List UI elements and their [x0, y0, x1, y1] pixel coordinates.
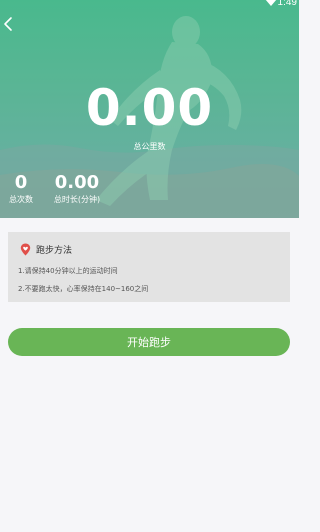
back-button[interactable]: [2, 16, 14, 32]
total-duration-label: 总时长(分钟): [53, 195, 101, 204]
total-count-label: 总次数: [9, 195, 33, 204]
card-header: 跑步方法: [20, 242, 72, 256]
total-duration-value: 0.00: [54, 172, 100, 193]
running-method-card: 跑步方法 1.请保持40分钟以上的运动时间 2.不要跑太快，心率保持在140~1…: [8, 232, 290, 302]
tip-line: 1.请保持40分钟以上的运动时间: [18, 267, 118, 275]
total-km-label: 总公里数: [133, 142, 166, 151]
hero-banner: 1:49 0.00 总公里数 0 总次数 0.00 总时长(分钟): [0, 0, 299, 218]
total-duration-stat: 0.00 总时长(分钟): [50, 172, 104, 206]
status-time: 1:49: [277, 0, 297, 8]
map-pin-icon: [20, 243, 31, 255]
chevron-left-icon: [4, 17, 12, 31]
total-km-value: 0.00: [85, 79, 214, 137]
status-bar: 1:49: [0, 0, 299, 10]
wifi-icon: [265, 0, 277, 6]
total-count-value: 0: [14, 172, 28, 193]
tip-line: 2.不要跑太快，心率保持在140~160之间: [18, 285, 149, 293]
card-title: 跑步方法: [36, 245, 73, 256]
total-count-stat: 0 总次数: [8, 172, 34, 206]
start-running-button[interactable]: 开始跑步: [8, 328, 290, 356]
